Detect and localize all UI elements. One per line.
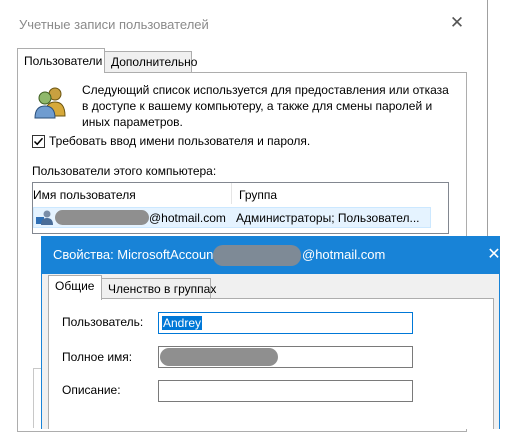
users-icon xyxy=(33,84,69,120)
checkmark-icon xyxy=(33,137,44,146)
column-divider[interactable] xyxy=(231,183,232,204)
dialog-title-suffix: @hotmail.com xyxy=(302,247,386,262)
username-value: Andrey xyxy=(162,316,203,330)
column-header-username[interactable]: Имя пользователя xyxy=(33,188,136,202)
username-field[interactable]: Andrey xyxy=(158,312,413,334)
close-icon[interactable]: ✕ xyxy=(484,245,504,265)
tab-advanced[interactable]: Дополнительно xyxy=(104,51,197,73)
username-label: Пользователь: xyxy=(62,315,144,329)
tab-users[interactable]: Пользователи xyxy=(17,48,105,73)
require-login-label[interactable]: Требовать ввод имени пользователя и паро… xyxy=(49,134,310,148)
tab-general[interactable]: Общие xyxy=(48,275,102,300)
redacted-fullname xyxy=(160,348,278,366)
redacted-username xyxy=(55,210,149,225)
description-label: Описание: xyxy=(62,383,121,397)
user-group: Администраторы; Пользовател... xyxy=(236,211,420,225)
username-suffix: @hotmail.com xyxy=(149,211,226,225)
users-list-heading: Пользователи этого компьютера: xyxy=(32,164,217,178)
dialog-title-prefix: Свойства: MicrosoftAccount\ xyxy=(53,247,221,262)
description-field[interactable] xyxy=(158,380,413,402)
window-title: Учетные записи пользователей xyxy=(19,17,209,32)
column-header-group[interactable]: Группа xyxy=(239,188,277,202)
fullname-label: Полное имя: xyxy=(62,350,133,364)
user-account-icon xyxy=(36,209,53,225)
redacted-account-name xyxy=(213,245,301,266)
tab-group-membership[interactable]: Членство в группах xyxy=(101,278,216,300)
intro-text: Следующий список используется для предос… xyxy=(82,83,449,129)
close-icon[interactable]: ✕ xyxy=(447,13,467,33)
require-login-checkbox[interactable] xyxy=(32,135,45,148)
